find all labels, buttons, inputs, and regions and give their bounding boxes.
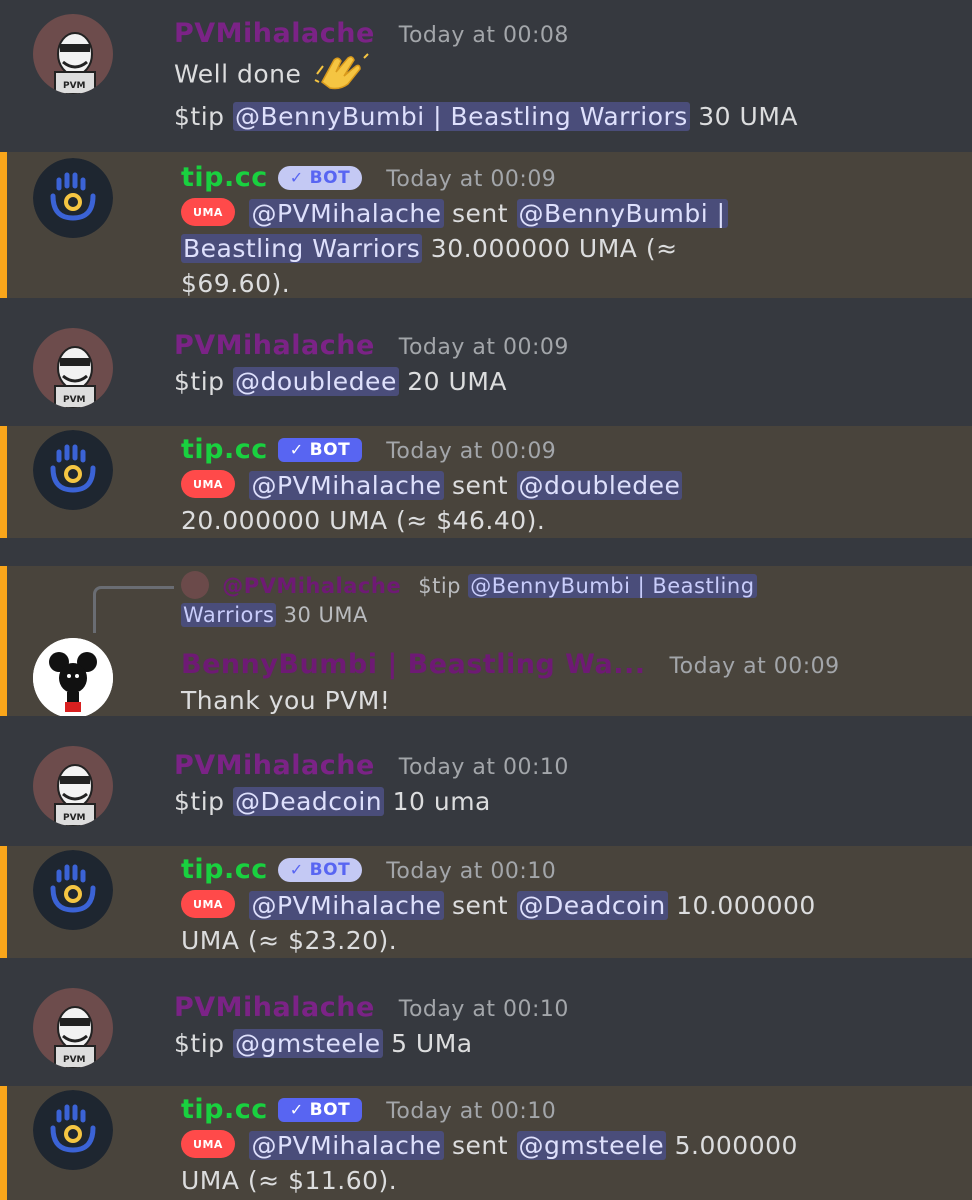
message-text: $tip @doubledee 20 UMA [174,367,508,396]
svg-text:PVM: PVM [63,1055,86,1065]
timestamp: Today at 00:09 [386,167,557,192]
svg-text:PVM: PVM [63,395,86,405]
message-text: $tip @gmsteele 5 UMa [174,1029,473,1058]
timestamp: Today at 00:08 [398,23,569,48]
timestamp: Today at 00:09 [398,335,569,360]
user-mention[interactable]: @BennyBumbi | Beastling Warriors [232,102,690,131]
reply-connector [93,586,174,633]
avatar[interactable]: PVM [33,746,113,826]
checkmark-icon: ✓ [289,168,304,187]
user-mention[interactable]: @gmsteele [232,1029,383,1058]
username[interactable]: tip.cc [181,1094,268,1125]
user-mention[interactable]: @Deadcoin [516,891,668,920]
username[interactable]: tip.cc [181,162,268,193]
username[interactable]: PVMihalache [174,750,375,781]
message-text: UMA @PVMihalache sent @gmsteele 5.000000 [181,1128,972,1163]
user-mention[interactable]: @BennyBumbi | [516,199,728,228]
message-text: $tip @BennyBumbi | Beastling Warriors 30… [174,102,799,131]
avatar[interactable]: PVM [33,14,113,94]
username[interactable]: tip.cc [181,434,268,465]
user-mention[interactable]: @PVMihalache [249,1131,444,1160]
checkmark-icon: ✓ [289,860,304,879]
uma-token-icon: UMA [181,1130,235,1158]
message: tip.cc ✓ BOT Today at 00:09 UMA @PVMihala… [0,426,972,538]
avatar [181,571,209,599]
message-text: Beastling Warriors 30.000000 UMA (≈ [181,234,678,263]
message: tip.cc ✓ BOT Today at 00:10 UMA @PVMihala… [0,846,972,958]
username[interactable]: PVMihalache [174,992,375,1023]
clapping-hands-icon [314,52,370,99]
checkmark-icon: ✓ [289,440,304,459]
message-text: UMA @PVMihalache sent @BennyBumbi | [181,196,972,231]
uma-token-icon: UMA [181,198,235,226]
message-text: 20.000000 UMA (≈ $46.40). [181,506,546,535]
message-text: UMA (≈ $11.60). [181,1166,398,1195]
timestamp: Today at 00:09 [386,439,557,464]
message: PVM PVMihalache Today at 00:10 $tip @Dea… [0,716,972,846]
avatar[interactable]: PVM [33,988,113,1068]
bot-tag: ✓ BOT [277,857,363,882]
user-mention[interactable]: @PVMihalache [249,471,444,500]
username[interactable]: PVMihalache [174,18,375,49]
svg-text:PVM: PVM [63,813,86,823]
reply-preview[interactable]: @PVMihalache $tip @BennyBumbi | Beastlin… [181,571,972,601]
message-text: $69.60). [181,269,291,298]
user-mention[interactable]: @BennyBumbi | Beastling [468,574,757,598]
message-text: Thank you PVM! [181,686,391,715]
uma-token-icon: UMA [181,890,235,918]
avatar[interactable] [33,850,113,930]
message: tip.cc ✓ BOT Today at 00:09 UMA @PVMihala… [0,152,972,298]
message: @PVMihalache $tip @BennyBumbi | Beastlin… [0,566,972,718]
timestamp: Today at 00:10 [386,1099,557,1124]
message: PVM PVMihalache Today at 00:09 $tip @dou… [0,298,972,426]
user-mention[interactable]: @doubledee [516,471,683,500]
avatar[interactable] [33,1090,113,1170]
message-text: UMA @PVMihalache sent @Deadcoin 10.00000… [181,888,972,923]
username[interactable]: BennyBumbi | Beastling Wa... [181,649,645,680]
timestamp: Today at 00:09 [669,654,840,679]
avatar[interactable] [33,430,113,510]
message: tip.cc ✓ BOT Today at 00:10 UMA @PVMihala… [0,1086,972,1200]
user-mention[interactable]: @doubledee [232,367,399,396]
message-text: UMA @PVMihalache sent @doubledee [181,468,972,503]
timestamp: Today at 00:10 [386,859,557,884]
message-text: UMA (≈ $23.20). [181,926,398,955]
user-mention[interactable]: Beastling Warriors [181,234,423,263]
avatar[interactable] [33,158,113,238]
svg-text:PVM: PVM [63,81,86,91]
avatar[interactable]: PVM [33,328,113,408]
timestamp: Today at 00:10 [398,997,569,1022]
message: PVM PVMihalache Today at 00:08 Well done… [0,0,972,142]
bot-tag: ✓ BOT [277,437,363,462]
chat-feed: PVM PVMihalache Today at 00:08 Well done… [0,0,972,1200]
username[interactable]: tip.cc [181,854,268,885]
message: PVM PVMihalache Today at 00:10 $tip @gms… [0,958,972,1086]
uma-token-icon: UMA [181,470,235,498]
user-mention[interactable]: @gmsteele [516,1131,667,1160]
username[interactable]: PVMihalache [174,330,375,361]
reply-preview[interactable]: Warriors 30 UMA [181,601,972,629]
message-text: $tip @Deadcoin 10 uma [174,787,491,816]
checkmark-icon: ✓ [289,1100,304,1119]
timestamp: Today at 00:10 [398,755,569,780]
message-text: Well done [174,52,972,99]
bot-tag: ✓ BOT [277,165,363,190]
user-mention[interactable]: @Deadcoin [232,787,385,816]
bot-tag: ✓ BOT [277,1097,363,1122]
user-mention[interactable]: @PVMihalache [249,199,444,228]
user-mention[interactable]: Warriors [181,603,277,627]
avatar[interactable] [33,638,113,718]
user-mention[interactable]: @PVMihalache [249,891,444,920]
